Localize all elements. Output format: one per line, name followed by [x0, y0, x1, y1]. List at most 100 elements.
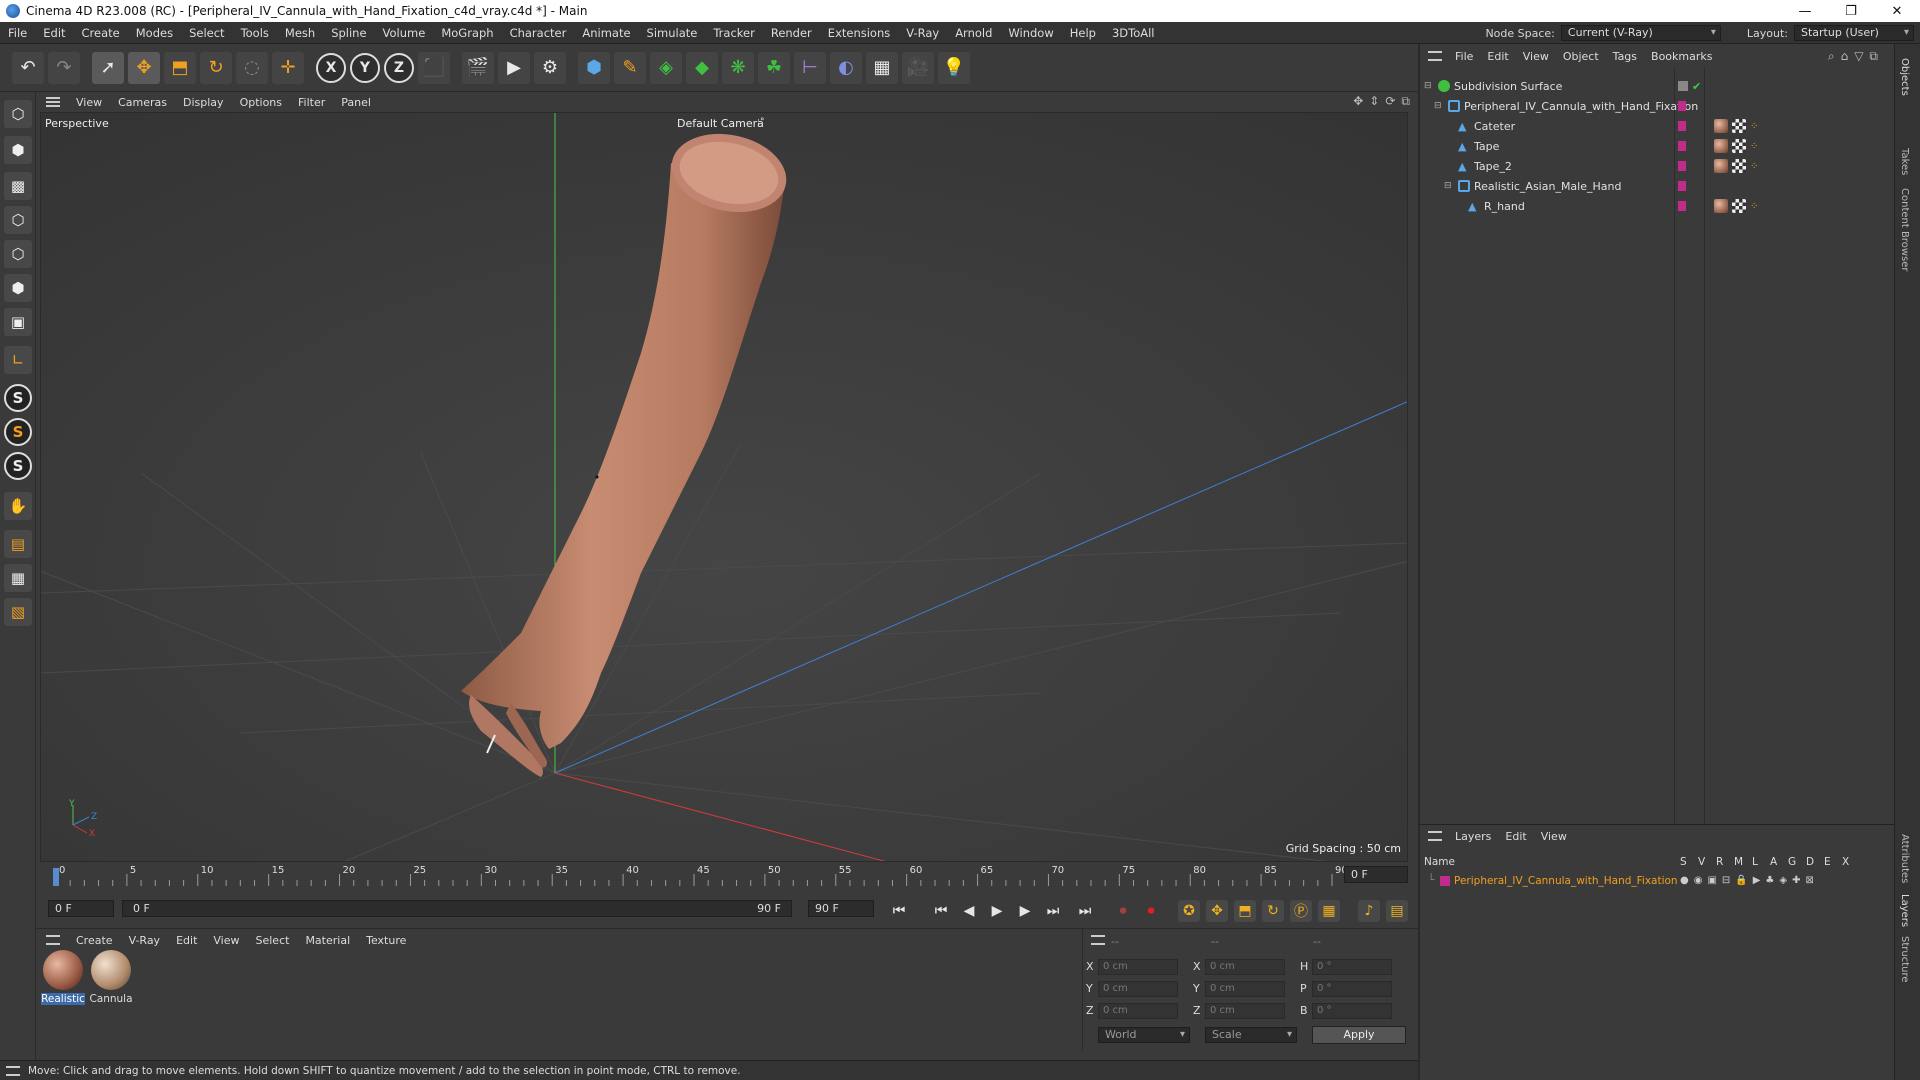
object-menu-view[interactable]: View — [1516, 50, 1556, 63]
tweak-mode-icon[interactable]: ✋ — [4, 492, 32, 520]
coord-hamburger-icon[interactable] — [1091, 935, 1105, 945]
timeline-playhead[interactable] — [53, 868, 59, 886]
layer-row[interactable]: └ Peripheral_IV_Cannula_with_Hand_Fixati… — [1420, 873, 1896, 891]
object-name[interactable]: Tape_2 — [1474, 160, 1512, 173]
menu-arnold[interactable]: Arnold — [947, 26, 1000, 40]
object-menu-file[interactable]: File — [1448, 50, 1480, 63]
select-pointer-icon[interactable]: ➚ — [92, 51, 124, 84]
object-menu-tags[interactable]: Tags — [1606, 50, 1644, 63]
motion-system-icon[interactable]: ♪ — [1358, 900, 1380, 922]
coord-space-dropdown[interactable]: World — [1098, 1027, 1190, 1043]
side-tab-objects[interactable]: Objects — [1899, 58, 1910, 96]
object-name[interactable]: Cateter — [1474, 120, 1515, 133]
y-axis-lock-icon[interactable]: Y — [350, 52, 380, 83]
object-row[interactable]: ⊟ Subdivision Surface ✔ — [1420, 76, 1896, 96]
camera-icon[interactable]: 🎥 — [902, 51, 934, 84]
object-menu-bookmarks[interactable]: Bookmarks — [1644, 50, 1719, 63]
layer-hamburger-icon[interactable] — [1428, 831, 1442, 841]
coord-size-x-field[interactable]: 0 cm — [1205, 959, 1285, 975]
selection-tag-icon[interactable]: ⁘ — [1750, 141, 1758, 152]
texture-mode-icon[interactable]: ▩ — [4, 172, 32, 200]
viewport-menu-options[interactable]: Options — [232, 96, 290, 109]
pan-view-icon[interactable]: ✥ — [1353, 94, 1363, 109]
go-to-previous-key-icon[interactable]: ⏮ — [930, 900, 952, 922]
layer-color-swatch[interactable] — [1678, 181, 1686, 191]
uvw-tag-icon[interactable] — [1732, 139, 1746, 153]
object-row[interactable]: ▲ Cateter ⁘ — [1420, 116, 1896, 136]
go-to-previous-frame-icon[interactable]: ◀ — [958, 900, 980, 922]
object-row[interactable]: ⊟ Realistic_Asian_Male_Hand — [1420, 176, 1896, 196]
workplane-snap-icon[interactable]: S — [4, 452, 32, 480]
play-icon[interactable]: ▶ — [986, 900, 1008, 922]
material-tag-icon[interactable] — [1714, 159, 1728, 173]
uvw-tag-icon[interactable] — [1732, 199, 1746, 213]
viewport-menu-cameras[interactable]: Cameras — [110, 96, 175, 109]
edges-mode-icon[interactable]: ⬡ — [4, 240, 32, 268]
workplane-icon[interactable]: ▤ — [4, 530, 32, 558]
autokey-icon[interactable]: ⏺ — [1140, 900, 1162, 922]
object-search-filter-icons[interactable]: ⌕⌂▽⧉ — [1828, 49, 1884, 64]
side-tab-attributes[interactable]: Attributes — [1899, 834, 1910, 883]
end-frame-field[interactable]: 90 F — [808, 900, 874, 917]
object-name[interactable]: Peripheral_IV_Cannula_with_Hand_Fixation — [1464, 100, 1698, 113]
key-pla-icon[interactable]: ▦ — [1318, 900, 1340, 922]
layer-menu-edit[interactable]: Edit — [1498, 830, 1533, 843]
go-to-next-frame-icon[interactable]: ▶ — [1014, 900, 1036, 922]
layer-color-swatch[interactable] — [1678, 101, 1686, 111]
3d-viewport[interactable]: Perspective Default Camera :° Grid Spaci… — [40, 112, 1408, 862]
viewport-menu-panel[interactable]: Panel — [333, 96, 379, 109]
object-menu-edit[interactable]: Edit — [1480, 50, 1515, 63]
viewport-hamburger-icon[interactable] — [46, 97, 60, 107]
maximize-button[interactable]: ❐ — [1828, 0, 1874, 22]
layer-menu-view[interactable]: View — [1534, 830, 1574, 843]
scale-tool-icon[interactable]: ⬒ — [164, 51, 196, 84]
viewport-camera-name[interactable]: Default Camera — [677, 117, 764, 130]
viewport-menu-filter[interactable]: Filter — [290, 96, 333, 109]
axis-mode-icon[interactable]: ∟ — [4, 346, 32, 374]
object-name[interactable]: R_hand — [1484, 200, 1525, 213]
layer-color-swatch[interactable] — [1678, 141, 1686, 151]
object-hamburger-icon[interactable] — [1428, 51, 1442, 61]
menu-tracker[interactable]: Tracker — [705, 26, 763, 40]
menu-file[interactable]: File — [0, 26, 35, 40]
mograph-icon[interactable]: ☘ — [758, 51, 790, 84]
menu-create[interactable]: Create — [74, 26, 128, 40]
object-row[interactable]: ⊟ Peripheral_IV_Cannula_with_Hand_Fixati… — [1420, 96, 1896, 116]
points-mode-icon[interactable]: ⬡ — [4, 206, 32, 234]
polygons-mode-icon[interactable]: ⬢ — [4, 274, 32, 302]
collapse-toggle-icon[interactable]: ⊟ — [1434, 101, 1442, 111]
material-tag-icon[interactable] — [1714, 119, 1728, 133]
frame-range-slider[interactable]: 0 F 90 F — [122, 900, 792, 917]
cloner-icon[interactable]: ❋ — [722, 51, 754, 84]
layer-menu-layers[interactable]: Layers — [1448, 830, 1498, 843]
minimize-button[interactable]: — — [1782, 0, 1828, 22]
object-row[interactable]: ▲ Tape ⁘ — [1420, 136, 1896, 156]
object-name[interactable]: Subdivision Surface — [1454, 80, 1562, 93]
apply-button[interactable]: Apply — [1312, 1026, 1406, 1044]
uv-mode-icon[interactable]: ▣ — [4, 308, 32, 336]
go-to-start-icon[interactable]: ⏮ — [888, 900, 910, 922]
subdivision-generator-icon[interactable]: ◈ — [650, 51, 682, 84]
coord-rot-b-field[interactable]: 0 ° — [1312, 1003, 1392, 1019]
key-scale-icon[interactable]: ⬒ — [1234, 900, 1256, 922]
field-icon[interactable]: ◐ — [830, 51, 862, 84]
rotate-tool-icon[interactable]: ↻ — [200, 51, 232, 84]
coord-rot-p-field[interactable]: 0 ° — [1312, 981, 1392, 997]
selection-tag-icon[interactable]: ⁘ — [1750, 201, 1758, 212]
snap-settings-icon[interactable]: S — [4, 418, 32, 446]
model-mode-icon[interactable]: ⬢ — [4, 136, 32, 164]
snap-icon[interactable]: S — [4, 384, 32, 412]
uvw-tag-icon[interactable] — [1732, 159, 1746, 173]
menu-animate[interactable]: Animate — [574, 26, 638, 40]
close-button[interactable]: ✕ — [1874, 0, 1920, 22]
orbit-view-icon[interactable]: ⟳ — [1385, 94, 1395, 109]
make-editable-icon[interactable]: ⬡ — [4, 100, 32, 128]
menu-window[interactable]: Window — [1000, 26, 1061, 40]
record-active-icon[interactable]: ⏺ — [1112, 900, 1134, 922]
enabled-check-icon[interactable]: ✔ — [1692, 80, 1701, 93]
material-menu-vray[interactable]: V-Ray — [121, 934, 169, 947]
material-menu-create[interactable]: Create — [68, 934, 121, 947]
material-tag-icon[interactable] — [1714, 199, 1728, 213]
layer-toggle-icons[interactable]: ●◉▣⊟🔒▶♣◈✚⊠ — [1680, 875, 1819, 886]
layer-color-swatch[interactable] — [1678, 201, 1686, 211]
